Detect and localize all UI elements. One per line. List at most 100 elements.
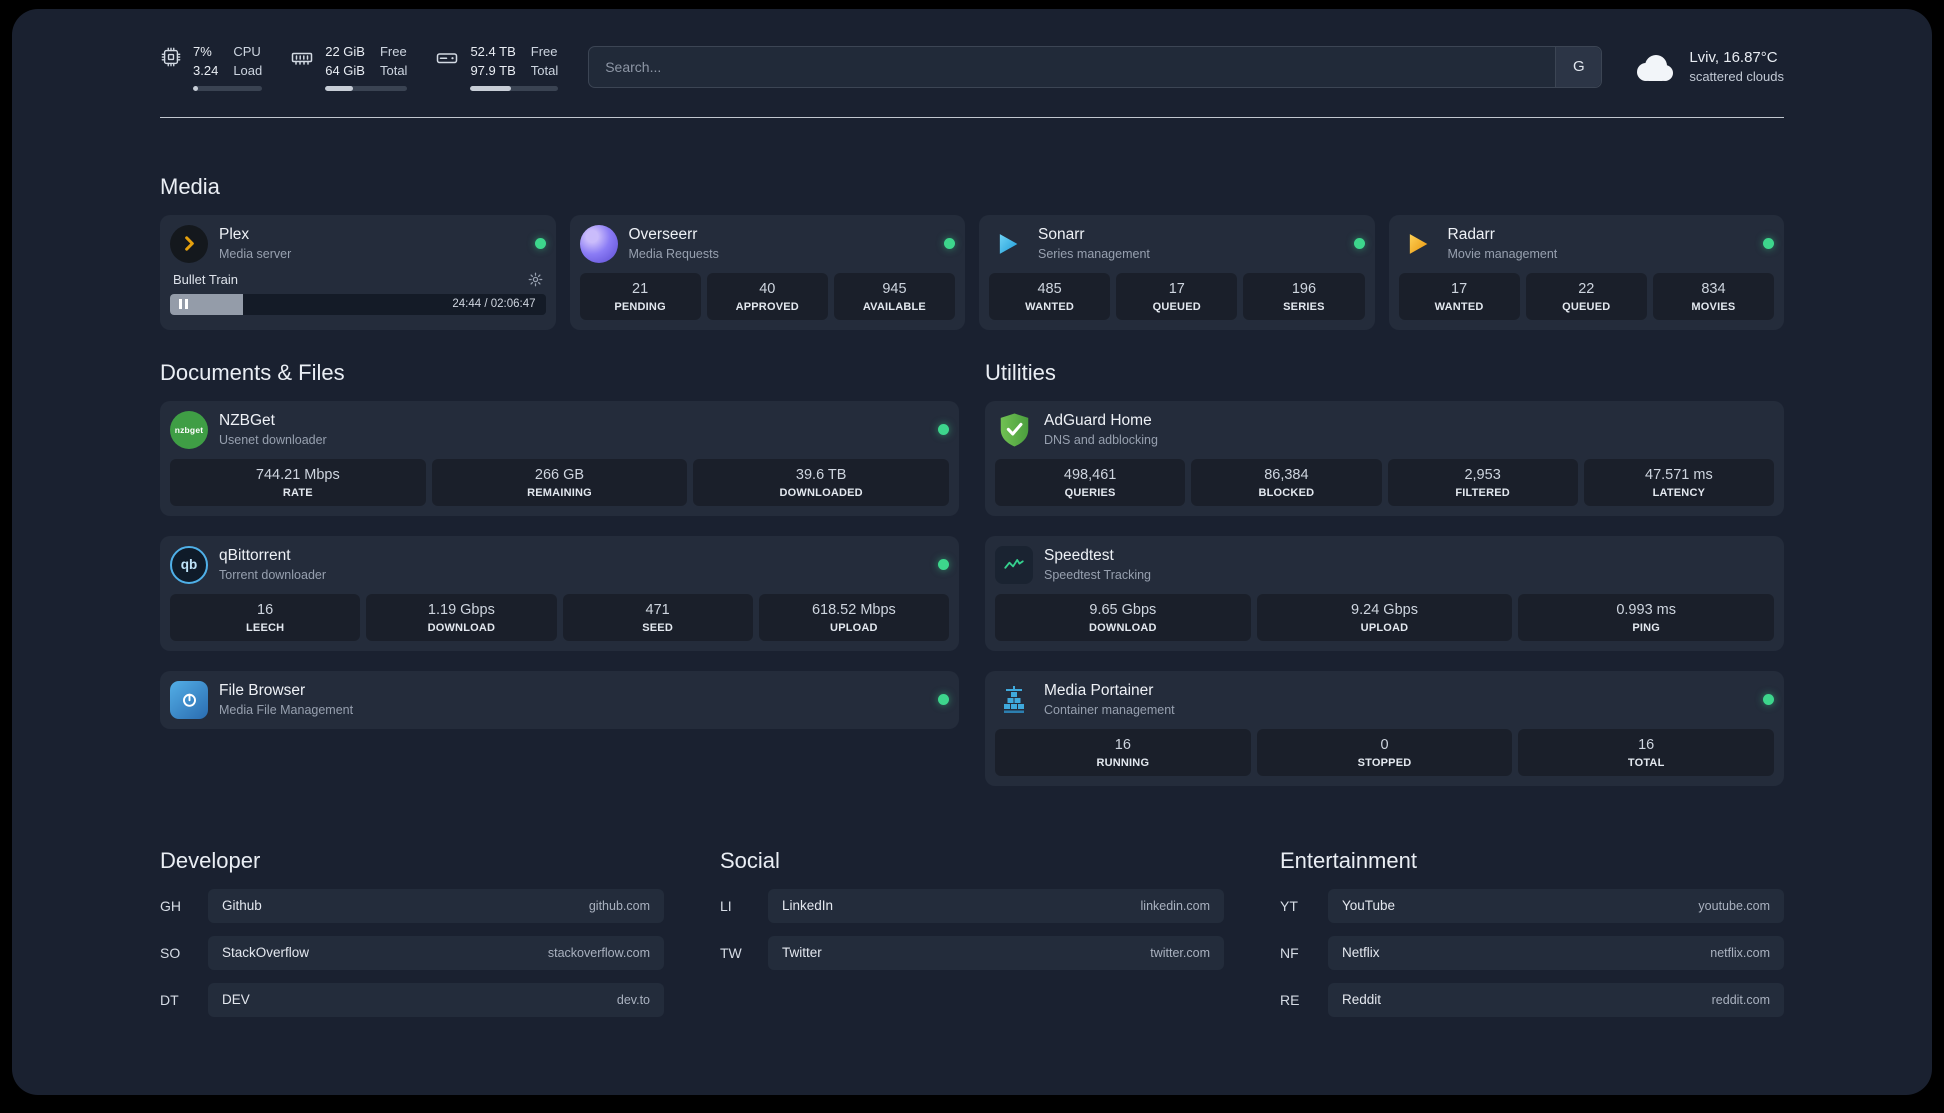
service-card-overseerr[interactable]: Overseerr Media Requests 21 PENDING 40 A… <box>570 215 966 330</box>
stat-downloaded: 39.6 TB DOWNLOADED <box>693 459 949 506</box>
service-card-qbittorrent[interactable]: qb qBittorrent Torrent downloader 16 LEE… <box>160 536 959 651</box>
plex-icon <box>170 225 208 263</box>
disk-free-label: Free <box>531 43 558 62</box>
section-social: Social LI LinkedIn linkedin.com TW Twitt… <box>720 848 1224 970</box>
memory-progress-track <box>325 86 407 91</box>
memory-total-value: 64 GiB <box>325 62 365 81</box>
service-card-filebrowser[interactable]: File Browser Media File Management <box>160 671 959 729</box>
bookmark-pill: DEV dev.to <box>208 983 664 1017</box>
stat-queries: 498,461 QUERIES <box>995 459 1185 506</box>
bookmark-abbr: SO <box>160 945 208 961</box>
stat-upload: 9.24 Gbps UPLOAD <box>1257 594 1513 641</box>
overseerr-icon <box>580 225 618 263</box>
service-description: Media Requests <box>629 247 719 261</box>
weather-location: Lviv, 16.87°C <box>1689 49 1784 66</box>
disk-icon <box>435 46 459 70</box>
bookmark-reddit[interactable]: RE Reddit reddit.com <box>1280 983 1784 1017</box>
disk-widget: 52.4 TB 97.9 TB Free Total <box>435 43 558 91</box>
bookmark-pill: StackOverflow stackoverflow.com <box>208 936 664 970</box>
memory-progress-fill <box>325 86 353 91</box>
bookmark-twitter[interactable]: TW Twitter twitter.com <box>720 936 1224 970</box>
stat-series: 196 SERIES <box>1243 273 1364 320</box>
radarr-icon <box>1399 225 1437 263</box>
service-card-adguard[interactable]: AdGuard Home DNS and adblocking 498,461 … <box>985 401 1784 516</box>
search-engine-button[interactable]: G <box>1555 47 1601 87</box>
status-dot <box>535 238 546 249</box>
bookmark-abbr: TW <box>720 945 768 961</box>
service-card-plex[interactable]: Plex Media server Bullet Train <box>160 215 556 330</box>
portainer-icon <box>995 681 1033 719</box>
stat-leech: 16 LEECH <box>170 594 360 641</box>
disk-progress-track <box>470 86 558 91</box>
stat-queued: 22 QUEUED <box>1526 273 1647 320</box>
bookmark-pill: YouTube youtube.com <box>1328 889 1784 923</box>
bookmark-pill: Twitter twitter.com <box>768 936 1224 970</box>
dashboard-page: 7% 3.24 CPU Load <box>12 9 1932 1095</box>
service-name: Overseerr <box>629 226 719 244</box>
service-description: DNS and adblocking <box>1044 433 1158 447</box>
filebrowser-icon <box>170 681 208 719</box>
cpu-progress-track <box>193 86 262 91</box>
stat-filtered: 2,953 FILTERED <box>1388 459 1578 506</box>
section-title-developer: Developer <box>160 848 664 874</box>
service-description: Media server <box>219 247 291 261</box>
service-card-speedtest[interactable]: Speedtest Speedtest Tracking 9.65 Gbps D… <box>985 536 1784 651</box>
service-description: Media File Management <box>219 703 353 717</box>
service-card-portainer[interactable]: Media Portainer Container management 16 … <box>985 671 1784 786</box>
search-bar: G <box>588 46 1602 88</box>
bookmark-stackoverflow[interactable]: SO StackOverflow stackoverflow.com <box>160 936 664 970</box>
service-name: Plex <box>219 226 291 244</box>
stat-ping: 0.993 ms PING <box>1518 594 1774 641</box>
bookmark-dev[interactable]: DT DEV dev.to <box>160 983 664 1017</box>
bookmark-linkedin[interactable]: LI LinkedIn linkedin.com <box>720 889 1224 923</box>
gear-icon[interactable] <box>528 272 543 287</box>
stat-pending: 21 PENDING <box>580 273 701 320</box>
bookmark-youtube[interactable]: YT YouTube youtube.com <box>1280 889 1784 923</box>
nzbget-icon: nzbget <box>170 411 208 449</box>
playback-progress-bar[interactable]: 24:44 / 02:06:47 <box>170 294 546 315</box>
section-media: Media Plex Media server Bullet Train <box>160 174 1784 330</box>
stat-movies: 834 MOVIES <box>1653 273 1774 320</box>
cpu-widget: 7% 3.24 CPU Load <box>160 43 262 91</box>
service-name: Radarr <box>1448 226 1558 244</box>
sonarr-icon <box>989 225 1027 263</box>
service-description: Torrent downloader <box>219 568 326 582</box>
service-card-sonarr[interactable]: Sonarr Series management 485 WANTED 17 Q… <box>979 215 1375 330</box>
resource-widgets: 7% 3.24 CPU Load <box>160 43 558 91</box>
service-name: Sonarr <box>1038 226 1150 244</box>
cpu-chip-icon <box>160 46 182 68</box>
service-card-radarr[interactable]: Radarr Movie management 17 WANTED 22 QUE… <box>1389 215 1785 330</box>
section-documents: Documents & Files nzbget NZBGet Usenet d… <box>160 360 959 729</box>
service-name: Media Portainer <box>1044 682 1175 700</box>
memory-total-label: Total <box>380 62 407 81</box>
disk-total-value: 97.9 TB <box>470 62 515 81</box>
pause-icon[interactable] <box>179 299 188 309</box>
stat-download: 9.65 Gbps DOWNLOAD <box>995 594 1251 641</box>
service-card-nzbget[interactable]: nzbget NZBGet Usenet downloader 744.21 M… <box>160 401 959 516</box>
bookmark-abbr: DT <box>160 992 208 1008</box>
stat-stopped: 0 STOPPED <box>1257 729 1513 776</box>
bookmark-abbr: YT <box>1280 898 1328 914</box>
topbar-divider <box>160 117 1784 118</box>
now-playing-title: Bullet Train <box>173 272 238 287</box>
stat-latency: 47.571 ms LATENCY <box>1584 459 1774 506</box>
cpu-load-label: Load <box>233 62 262 81</box>
top-bar: 7% 3.24 CPU Load <box>160 43 1784 91</box>
cloud-icon <box>1632 52 1676 82</box>
section-title-media: Media <box>160 174 1784 200</box>
bookmark-netflix[interactable]: NF Netflix netflix.com <box>1280 936 1784 970</box>
memory-free-label: Free <box>380 43 407 62</box>
disk-total-label: Total <box>531 62 558 81</box>
status-dot <box>1763 238 1774 249</box>
stat-wanted: 17 WANTED <box>1399 273 1520 320</box>
stat-total: 16 TOTAL <box>1518 729 1774 776</box>
search-input[interactable] <box>588 46 1602 88</box>
stat-wanted: 485 WANTED <box>989 273 1110 320</box>
section-title-social: Social <box>720 848 1224 874</box>
cpu-progress-fill <box>193 86 198 91</box>
service-name: AdGuard Home <box>1044 412 1158 430</box>
bookmark-abbr: RE <box>1280 992 1328 1008</box>
bookmark-github[interactable]: GH Github github.com <box>160 889 664 923</box>
memory-icon <box>290 46 314 70</box>
section-utilities: Utilities AdGuard Home DNS and adblockin… <box>985 360 1784 786</box>
